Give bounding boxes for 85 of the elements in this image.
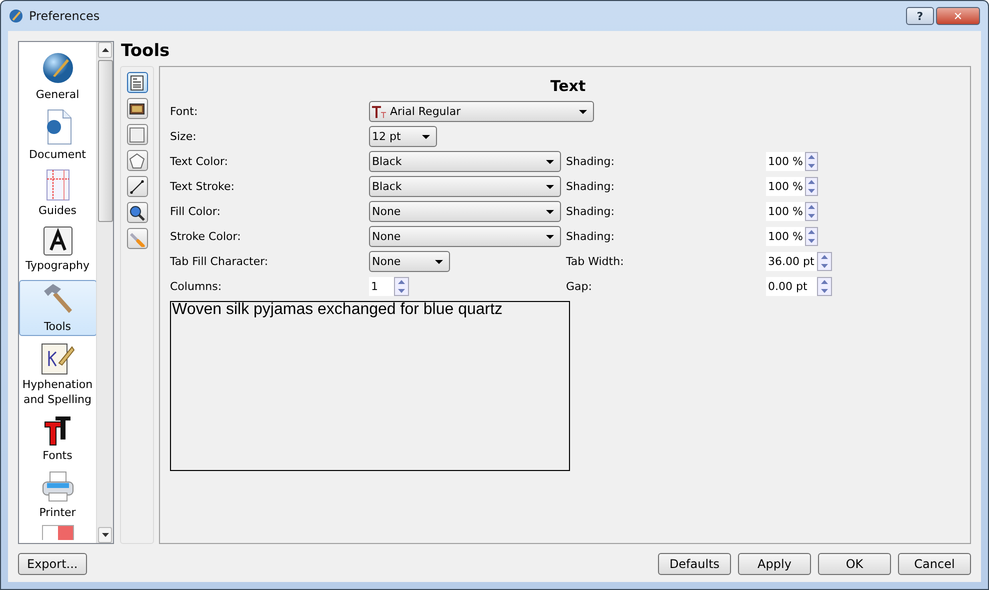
dropdown[interactable]: Black: [369, 176, 561, 197]
step-down-icon[interactable]: [808, 188, 815, 193]
partial-item-icon: [42, 525, 74, 540]
dialog-button[interactable]: OK: [818, 552, 891, 574]
step-up-icon[interactable]: [821, 255, 828, 260]
field-label: Shading:: [566, 180, 616, 193]
dialog-button[interactable]: Cancel: [898, 552, 971, 574]
field-label: Size:: [170, 130, 198, 143]
step-down-icon[interactable]: [808, 214, 815, 218]
rectangle-icon[interactable]: [126, 124, 148, 145]
field-label: Shading:: [566, 230, 616, 243]
globe-icon: [40, 51, 74, 85]
caret-icon: [422, 134, 430, 138]
guides-icon: [44, 169, 72, 201]
step-down-icon[interactable]: [821, 264, 828, 268]
image-frame-icon[interactable]: [126, 98, 148, 119]
sidebar-item[interactable]: Fonts: [19, 411, 96, 466]
text-preview: Woven silk pyjamas exchanged for blue quartz: [170, 301, 570, 471]
step-up-icon[interactable]: [808, 155, 815, 160]
field-label: Tab Width:: [566, 255, 625, 268]
dialog-button[interactable]: Defaults: [658, 552, 731, 574]
section-title: Text: [549, 77, 587, 95]
pen-icon: [40, 341, 74, 375]
printer-icon: [40, 471, 74, 503]
help-button[interactable]: ?: [906, 7, 934, 25]
field-label: Tab Fill Character:: [170, 255, 270, 268]
step-down-icon[interactable]: [398, 288, 405, 293]
caret-icon: [546, 184, 554, 188]
spin-box[interactable]: 1: [369, 277, 409, 296]
field-label: Shading:: [566, 155, 616, 168]
dropdown[interactable]: None: [369, 226, 561, 247]
sidebar-item[interactable]: Tools: [19, 280, 96, 336]
field-label: Columns:: [170, 280, 223, 293]
dropdown[interactable]: Black: [369, 151, 561, 172]
text-frame-icon[interactable]: [126, 72, 148, 93]
spin-box[interactable]: 100 %: [766, 152, 818, 171]
scrollbar[interactable]: [96, 42, 113, 543]
sidebar-item[interactable]: Guides: [19, 166, 96, 221]
magnifier-icon[interactable]: [126, 202, 148, 223]
wrench-icon[interactable]: [126, 228, 148, 249]
field-label: Stroke Color:: [170, 230, 242, 243]
dropdown[interactable]: None: [369, 201, 561, 222]
scroll-down-icon[interactable]: [102, 533, 108, 537]
caret-icon: [546, 210, 554, 214]
spin-box[interactable]: 36.00 pt: [766, 252, 832, 271]
app-icon: [9, 9, 23, 23]
fonts-icon: [42, 414, 72, 446]
field-label: Text Color:: [170, 155, 229, 168]
dropdown[interactable]: None: [369, 251, 450, 272]
step-up-icon[interactable]: [808, 180, 815, 184]
step-up-icon[interactable]: [398, 280, 405, 284]
caret-icon: [546, 234, 554, 238]
field-label: Gap:: [566, 280, 593, 293]
scroll-up-icon[interactable]: [102, 48, 108, 52]
step-up-icon[interactable]: [821, 280, 828, 284]
step-down-icon[interactable]: [808, 238, 815, 243]
sidebar-item[interactable]: Printer: [19, 468, 96, 523]
window-title: Preferences: [29, 9, 101, 23]
letter-icon: [42, 226, 72, 256]
dropdown[interactable]: Arial Regular: [369, 101, 594, 122]
export-button[interactable]: Export...: [18, 552, 87, 574]
step-up-icon[interactable]: [808, 230, 815, 234]
pentagon-icon[interactable]: [126, 150, 148, 171]
step-down-icon[interactable]: [821, 288, 828, 293]
field-label: Font:: [170, 105, 199, 118]
caret-icon: [435, 260, 443, 264]
field-label: Text Stroke:: [170, 180, 236, 193]
field-label: Fill Color:: [170, 205, 222, 218]
spin-box[interactable]: 100 %: [766, 202, 818, 221]
spin-box[interactable]: 100 %: [766, 227, 818, 246]
step-up-icon[interactable]: [808, 205, 815, 210]
sidebar-item[interactable]: General: [19, 48, 96, 104]
dialog-button[interactable]: Apply: [738, 552, 811, 574]
step-down-icon[interactable]: [808, 164, 815, 168]
page-heading: Tools: [121, 41, 171, 62]
field-label: Shading:: [566, 205, 616, 218]
sidebar-item[interactable]: Typography: [19, 223, 96, 278]
font-type-icon: [372, 106, 386, 118]
dropdown[interactable]: 12 pt: [369, 126, 437, 147]
caret-icon: [579, 110, 587, 114]
spin-box[interactable]: 100 %: [766, 177, 818, 196]
caret-icon: [546, 160, 554, 164]
sidebar-item[interactable]: Hyphenation and Spelling: [19, 338, 96, 409]
sidebar-item[interactable]: Document: [19, 106, 96, 164]
spin-box[interactable]: 0.00 pt: [766, 277, 832, 296]
